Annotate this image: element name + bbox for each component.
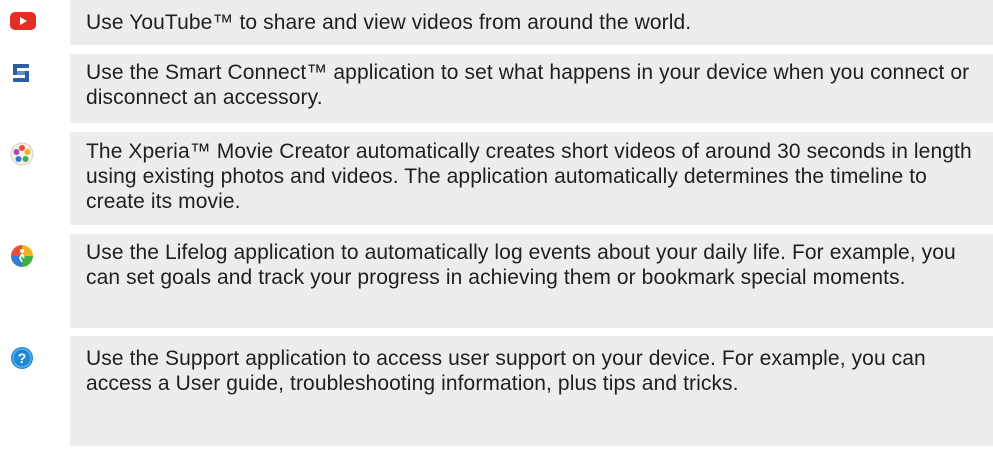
item-description: The Xperia™ Movie Creator automatically … [70, 132, 993, 225]
smart-connect-icon [10, 62, 36, 88]
youtube-icon [10, 10, 36, 36]
item-description: Use the Support application to access us… [70, 336, 993, 446]
list-item-movie-creator: The Xperia™ Movie Creator automatically … [0, 132, 993, 225]
movie-creator-icon [10, 142, 36, 168]
list-item-support: ? Use the Support application to access … [0, 336, 993, 446]
svg-text:?: ? [18, 350, 27, 366]
item-description: Use the Lifelog application to automatic… [70, 234, 993, 328]
list-item-smart-connect: Use the Smart Connect™ application to se… [0, 54, 993, 123]
item-description: Use YouTube™ to share and view videos fr… [70, 0, 993, 45]
support-icon: ? [10, 346, 36, 372]
lifelog-icon [10, 244, 36, 270]
list-item-youtube: Use YouTube™ to share and view videos fr… [0, 0, 993, 45]
list-item-lifelog: Use the Lifelog application to automatic… [0, 234, 993, 328]
item-description: Use the Smart Connect™ application to se… [70, 54, 993, 123]
app-list: Use YouTube™ to share and view videos fr… [0, 0, 993, 454]
